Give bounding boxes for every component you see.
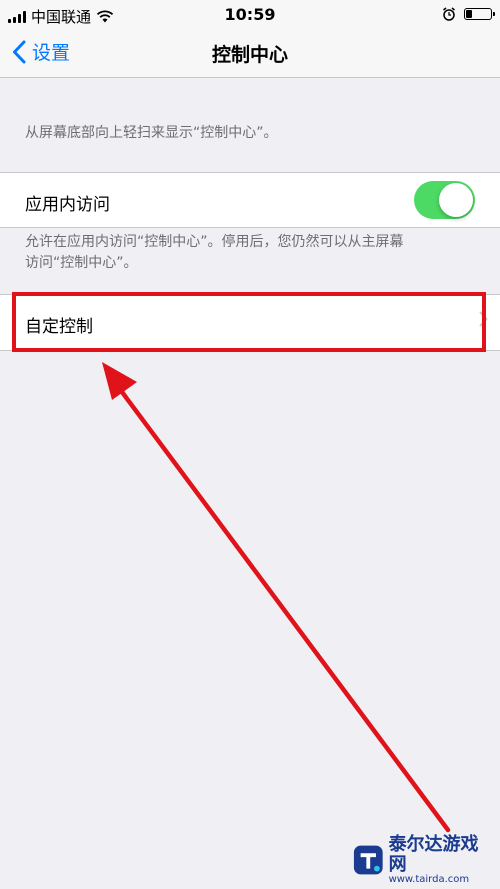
footer-line-2: 访问“控制中心”。 (25, 255, 138, 271)
battery-icon (464, 8, 495, 20)
status-time: 10:59 (224, 5, 276, 24)
alarm-icon (443, 7, 455, 21)
watermark-text: 泰尔达游戏网 www.tairda.com (388, 833, 492, 886)
watermark-logo-icon (353, 845, 383, 875)
status-right-group (442, 7, 495, 21)
customize-controls-cell[interactable]: 自定控制 (0, 294, 500, 351)
page-title: 控制中心 (211, 44, 288, 66)
toggle-knob (439, 183, 473, 217)
watermark-url: www.tairda.com (388, 874, 470, 886)
watermark-title: 泰尔达游戏网 (388, 833, 479, 875)
site-watermark: 泰尔达游戏网 www.tairda.com (352, 833, 492, 886)
access-within-apps-cell: 应用内访问 (0, 172, 500, 228)
access-within-apps-toggle[interactable] (414, 181, 475, 219)
footer-line-1: 允许在应用内访问“控制中心”。停用后，您仍然可以从主屏幕 (25, 234, 404, 250)
access-within-apps-footer: 允许在应用内访问“控制中心”。停用后，您仍然可以从主屏幕 访问“控制中心”。 (25, 232, 404, 274)
customize-controls-label: 自定控制 (25, 317, 93, 337)
battery-level (466, 10, 472, 18)
chevron-right-icon (479, 311, 488, 327)
access-within-apps-label: 应用内访问 (25, 195, 110, 215)
status-bar: 中国联通 10:59 (0, 0, 500, 30)
navigation-bar: 设置 控制中心 (0, 30, 500, 78)
section-description: 从屏幕底部向上轻扫来显示“控制中心”。 (25, 125, 278, 141)
